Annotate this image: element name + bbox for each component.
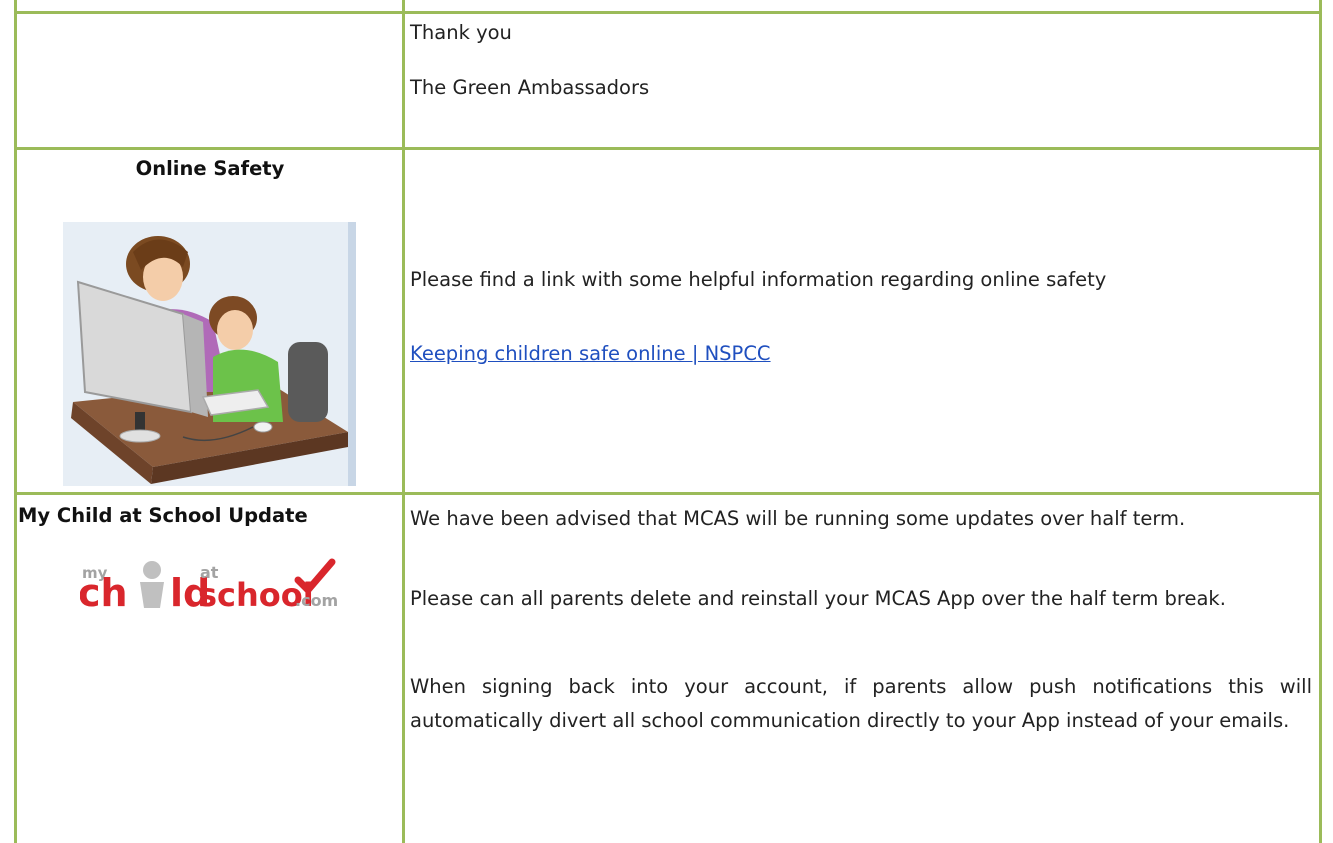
mcas-paragraph-1: We have been advised that MCAS will be r…: [410, 507, 1186, 530]
table-border-top: [14, 11, 1322, 14]
table-border-middle: [402, 0, 405, 843]
logo-text-com: .com: [295, 591, 338, 610]
row-divider-1: [14, 147, 1322, 150]
mychildatschool-logo-image: my ch ld at school .com: [78, 558, 338, 615]
mcas-paragraph-3: When signing back into your account, if …: [410, 675, 1312, 732]
logo-text-ch: ch: [80, 571, 128, 612]
table-border-right: [1319, 0, 1322, 843]
nspcc-link[interactable]: Keeping children safe online | NSPCC: [410, 342, 771, 365]
signature-text: The Green Ambassadors: [410, 76, 650, 99]
parent-child-computer-image: [63, 222, 356, 486]
logo-figure-body: [140, 582, 164, 608]
table-border-left: [14, 0, 17, 843]
online-safety-text: Please find a link with some helpful inf…: [410, 268, 1107, 291]
online-safety-illustration: [63, 222, 356, 486]
online-safety-heading: Online Safety: [135, 157, 285, 180]
newsletter-table: Thank you The Green Ambassadors Online S…: [0, 0, 1333, 843]
row-divider-2: [14, 492, 1322, 495]
thank-you-text: Thank you: [410, 21, 512, 44]
mcas-heading: My Child at School Update: [18, 504, 308, 527]
mcas-paragraph-2: Please can all parents delete and reinst…: [410, 587, 1226, 610]
mychildatschool-logo: my ch ld at school .com: [78, 556, 342, 615]
logo-figure-head: [143, 561, 161, 579]
nspcc-link-wrapper: Keeping children safe online | NSPCC: [410, 340, 771, 368]
